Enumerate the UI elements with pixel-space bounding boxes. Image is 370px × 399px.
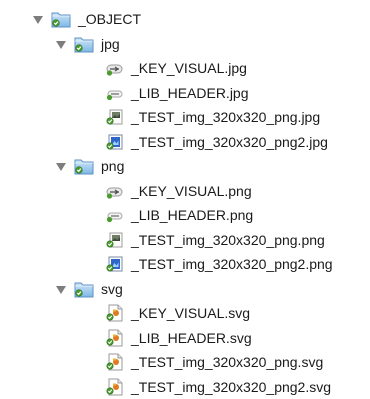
disclosure-triangle-icon[interactable] [33, 16, 43, 24]
tree-row-png-folder[interactable]: png [0, 154, 370, 179]
alias-file-icon [105, 182, 125, 200]
tree-row-file[interactable]: _KEY_VISUAL.svg [0, 301, 370, 326]
folder-icon [74, 280, 94, 298]
folder-name: jpg [101, 36, 120, 52]
file-tree: _OBJECT jpg _KEY_VISUAL.jpg _LIB_HEADER.… [0, 7, 370, 399]
tree-row-jpg-folder[interactable]: jpg [0, 32, 370, 57]
tree-row-file[interactable]: _LIB_HEADER.svg [0, 326, 370, 351]
tree-row-svg-folder[interactable]: svg [0, 277, 370, 302]
folder-name: png [101, 158, 124, 174]
alias-file-icon [105, 59, 125, 77]
tree-row-file[interactable]: _TEST_img_320x320_png.svg [0, 350, 370, 375]
tree-row-file[interactable]: _KEY_VISUAL.png [0, 179, 370, 204]
svg-file-icon [105, 353, 125, 371]
folder-name: _OBJECT [78, 11, 141, 27]
tree-row-file[interactable]: _TEST_img_320x320_png2.jpg [0, 130, 370, 155]
tree-row-file[interactable]: _LIB_HEADER.jpg [0, 81, 370, 106]
disclosure-triangle-icon[interactable] [56, 163, 66, 171]
tree-row-file[interactable]: _TEST_img_320x320_png.jpg [0, 105, 370, 130]
file-name: _TEST_img_320x320_png.jpg [131, 109, 320, 125]
folder-icon [74, 157, 94, 175]
file-name: _TEST_img_320x320_png.png [131, 232, 325, 248]
image-file-icon [105, 231, 125, 249]
file-name: _KEY_VISUAL.jpg [131, 60, 247, 76]
tree-row-object-folder[interactable]: _OBJECT [0, 7, 370, 32]
file-name: _KEY_VISUAL.png [131, 183, 252, 199]
image-file-icon [105, 108, 125, 126]
file-name: _TEST_img_320x320_png2.svg [131, 379, 331, 395]
svg-file-icon [105, 378, 125, 396]
alias-file-icon [105, 206, 125, 224]
alias-file-icon [105, 84, 125, 102]
tree-row-file[interactable]: _TEST_img_320x320_png2.png [0, 252, 370, 277]
svg-file-icon [105, 329, 125, 347]
image-blue-file-icon [105, 255, 125, 273]
image-blue-file-icon [105, 133, 125, 151]
svg-file-icon [105, 304, 125, 322]
folder-icon [74, 35, 94, 53]
tree-row-file[interactable]: _TEST_img_320x320_png.png [0, 228, 370, 253]
file-name: _TEST_img_320x320_png2.png [131, 256, 333, 272]
file-name: _LIB_HEADER.png [131, 207, 253, 223]
file-name: _KEY_VISUAL.svg [131, 305, 250, 321]
file-name: _TEST_img_320x320_png.svg [131, 354, 323, 370]
disclosure-triangle-icon[interactable] [56, 286, 66, 294]
folder-name: svg [101, 281, 123, 297]
file-name: _TEST_img_320x320_png2.jpg [131, 134, 328, 150]
folder-icon [51, 10, 71, 28]
file-name: _LIB_HEADER.jpg [131, 85, 249, 101]
tree-row-file[interactable]: _LIB_HEADER.png [0, 203, 370, 228]
tree-row-file[interactable]: _KEY_VISUAL.jpg [0, 56, 370, 81]
tree-row-file[interactable]: _TEST_img_320x320_png2.svg [0, 375, 370, 399]
disclosure-triangle-icon[interactable] [56, 41, 66, 49]
file-name: _LIB_HEADER.svg [131, 330, 252, 346]
